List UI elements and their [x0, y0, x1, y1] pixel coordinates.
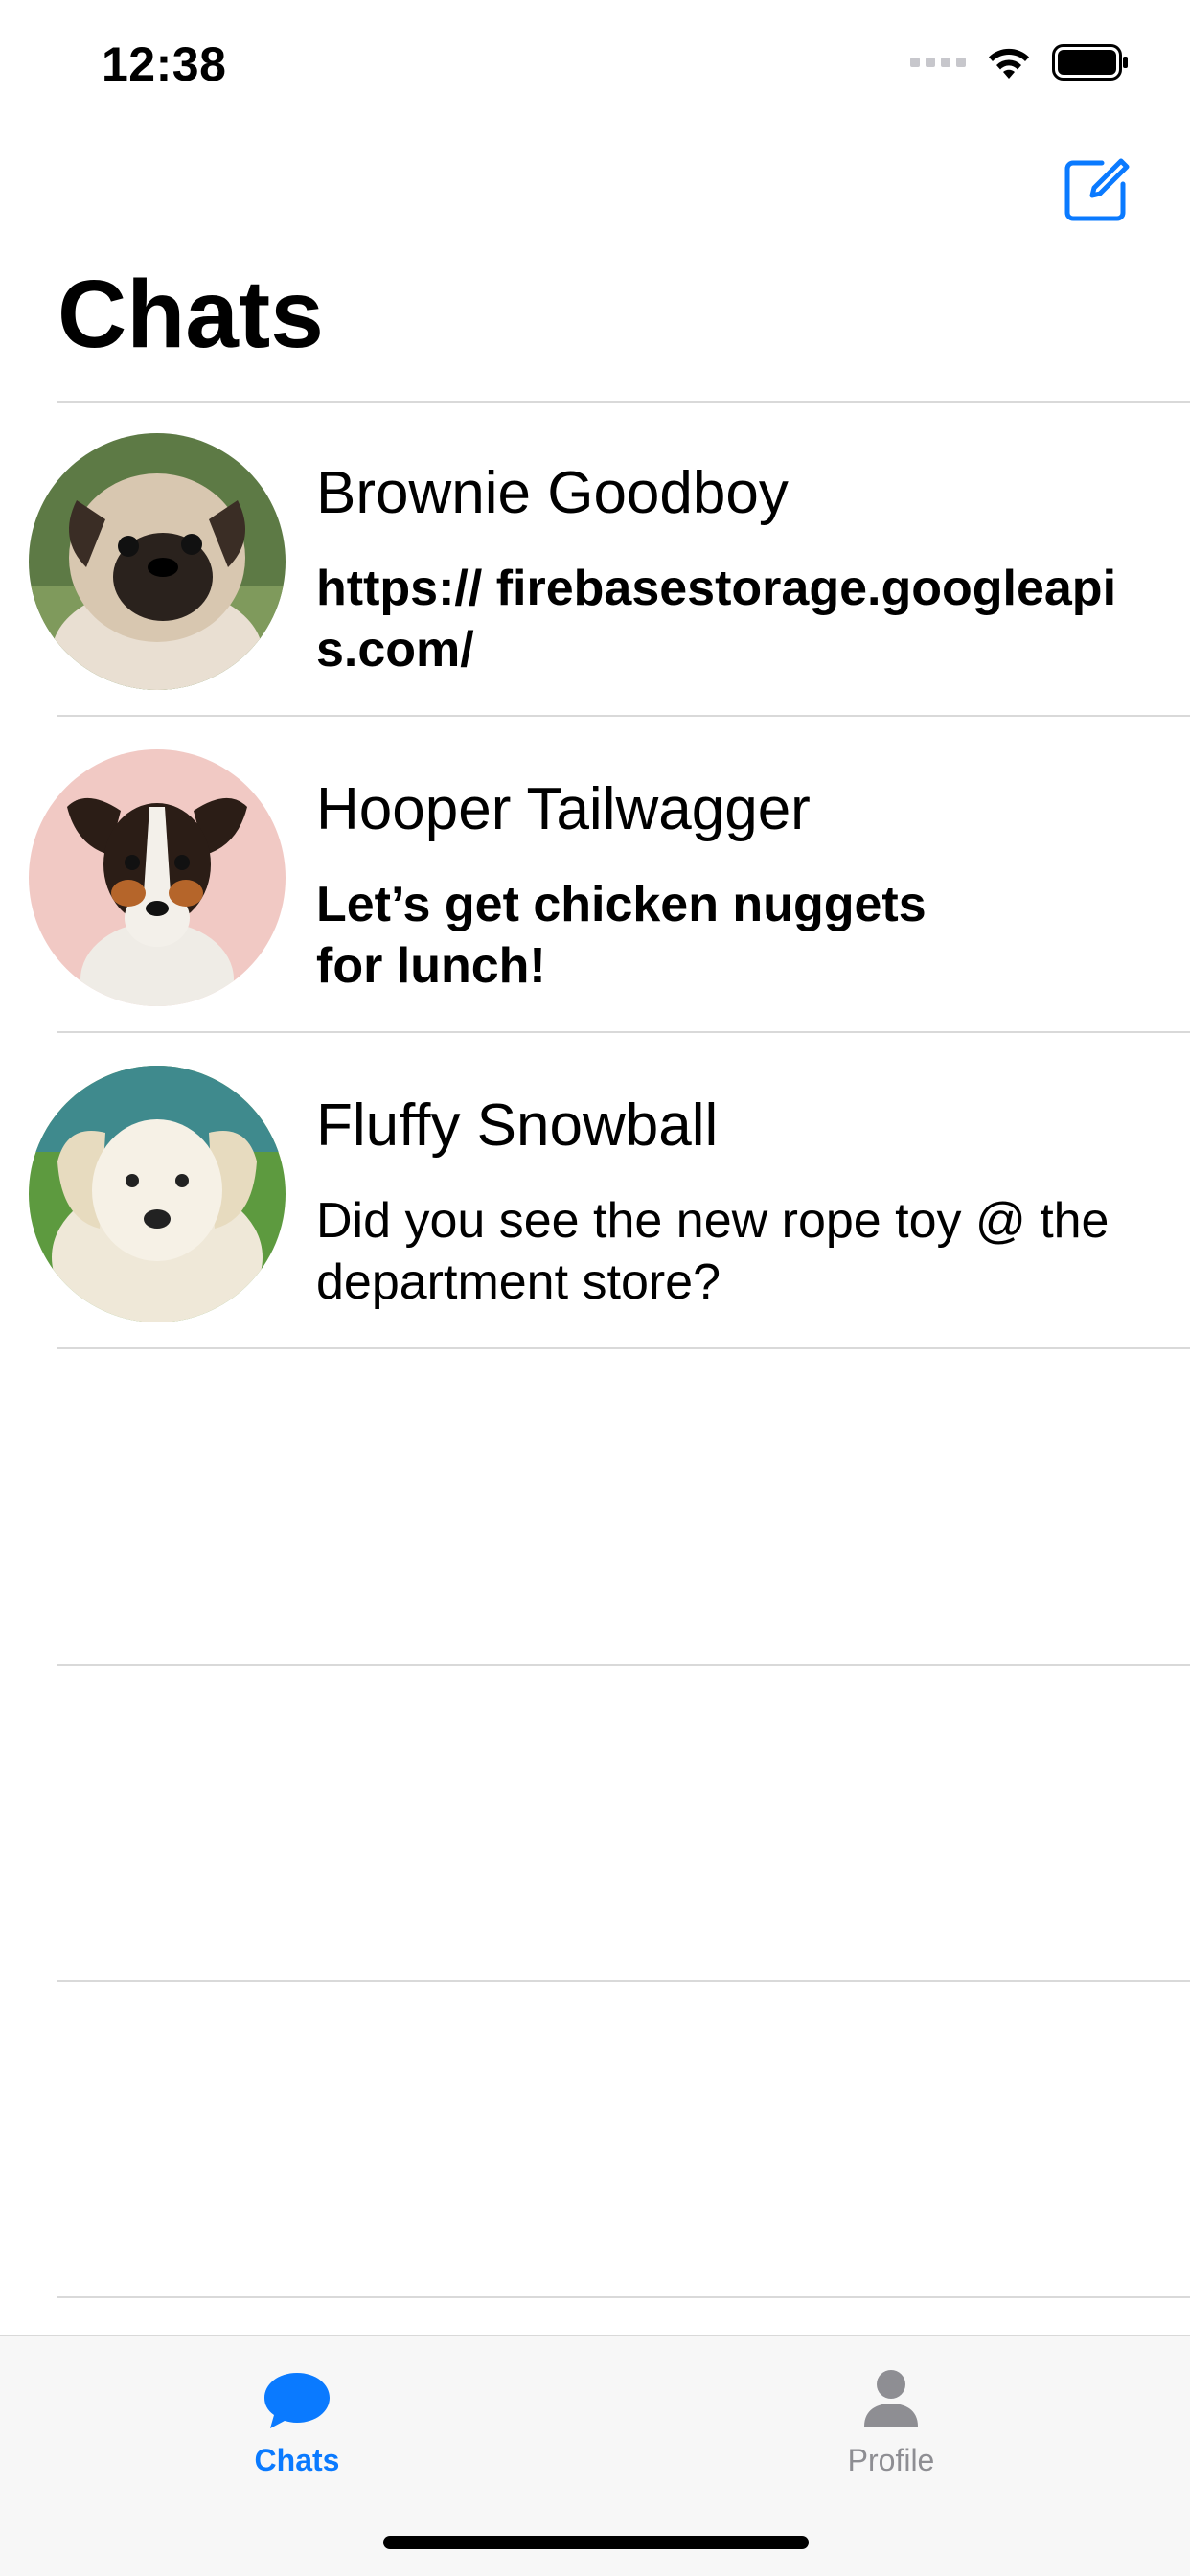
chat-preview: Did you see the new rope toy @ the depar… — [316, 1193, 1110, 1310]
chat-row-brownie-goodboy[interactable]: Brownie Goodboy https:// firebasestorage… — [0, 402, 1190, 717]
chat-name: Hooper Tailwagger — [316, 776, 811, 842]
status-time: 12:38 — [102, 37, 227, 91]
chats-screen: 12:38 Chats Brownie Goodboy https:// fir… — [0, 0, 1190, 2576]
chat-row-fluffy-snowball[interactable]: Fluffy Snowball Did you see the new rope… — [0, 1035, 1190, 1349]
chat-preview: Let’s get chicken nuggets for lunch! — [316, 877, 927, 994]
page-title: Chats — [57, 261, 324, 368]
avatar — [29, 433, 286, 690]
chat-row-hooper-tailwagger[interactable]: Hooper Tailwagger Let’s get chicken nugg… — [0, 719, 1190, 1033]
cellular-signal-icon — [910, 58, 966, 67]
avatar — [29, 749, 286, 1006]
chat-name: Brownie Goodboy — [316, 460, 789, 526]
list-divider — [57, 1980, 1190, 1982]
battery-icon — [1052, 44, 1128, 80]
person-icon — [864, 2370, 918, 2426]
home-indicator — [383, 2536, 809, 2549]
chat-bubble-icon — [264, 2373, 330, 2428]
chat-name: Fluffy Snowball — [316, 1092, 719, 1159]
avatar — [29, 1066, 286, 1322]
tab-label: Chats — [254, 2443, 340, 2477]
wifi-icon — [989, 48, 1029, 79]
tab-profile[interactable]: Profile — [747, 2361, 1035, 2486]
chat-preview: https:// firebasestorage.googleapis.com/ — [316, 561, 1117, 678]
status-icons — [910, 44, 1129, 80]
tab-chats[interactable]: Chats — [153, 2361, 441, 2486]
compose-button[interactable] — [1062, 153, 1133, 224]
list-divider — [57, 1664, 1190, 1666]
tab-label: Profile — [847, 2443, 935, 2477]
status-bar: 12:38 — [0, 0, 1190, 126]
compose-icon — [1064, 158, 1130, 221]
list-divider — [57, 2296, 1190, 2298]
